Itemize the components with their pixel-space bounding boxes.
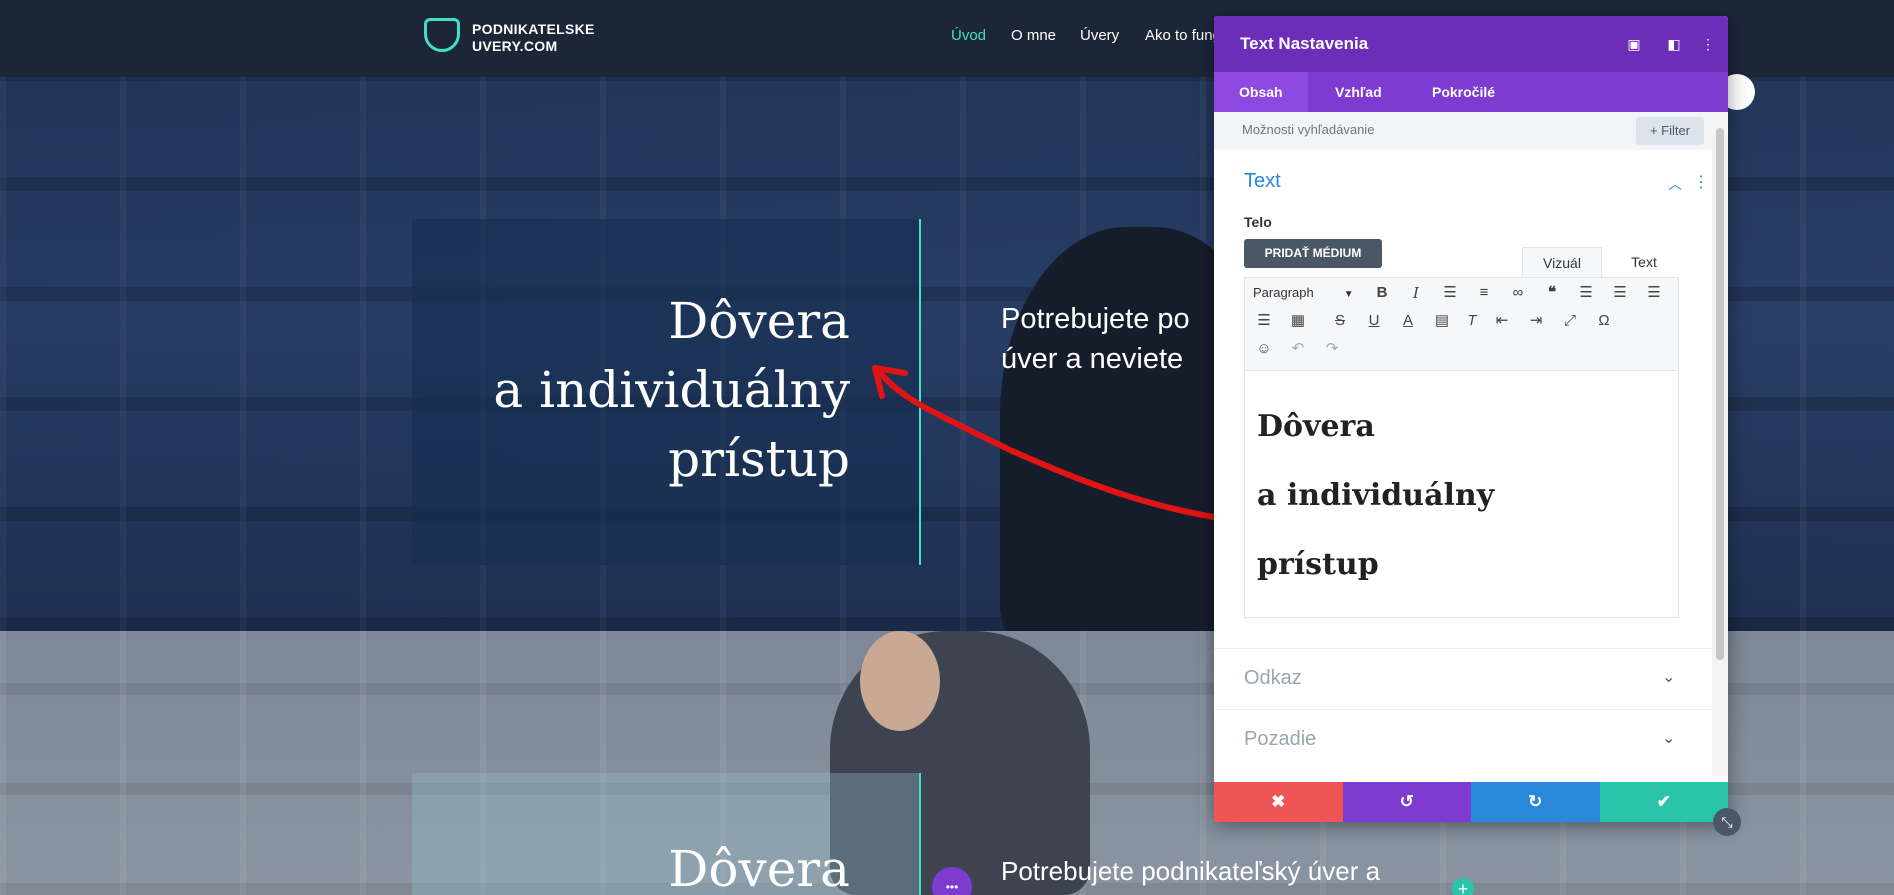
text-settings-panel: Text Nastavenia ▣ ◧ ⋮ Obsah Vzhľad Pokro… [1214, 16, 1728, 822]
blockquote-icon[interactable]: ❝ [1539, 281, 1565, 305]
italic-icon[interactable]: I [1403, 281, 1429, 305]
strikethrough-icon[interactable]: S [1327, 309, 1353, 333]
chevron-up-icon[interactable]: ︿ [1668, 174, 1682, 194]
more-vertical-icon[interactable]: ⋮ [1699, 35, 1717, 53]
fullscreen-editor-icon[interactable]: ⤢ [1557, 309, 1583, 333]
dropdown-icon: ▼ [1343, 289, 1354, 300]
close-icon: ✖ [1271, 792, 1286, 811]
check-icon: ✔ [1656, 792, 1671, 811]
fullscreen-icon[interactable]: ▣ [1625, 35, 1643, 53]
align-right-icon[interactable]: ☰ [1641, 281, 1667, 305]
rich-text-editor[interactable]: Dôvera a individuálny prístup [1244, 371, 1679, 618]
undo-button[interactable]: ↺ [1342, 782, 1471, 822]
save-button[interactable]: ✔ [1599, 782, 1728, 822]
emoji-icon[interactable]: ☺ [1251, 337, 1277, 361]
bold-icon[interactable]: B [1369, 281, 1395, 305]
redo-icon[interactable]: ↷ [1319, 337, 1345, 361]
editor-line3[interactable]: prístup [1257, 547, 1379, 582]
section-odkaz[interactable]: Odkaz ⌄ [1214, 648, 1712, 709]
filter-button[interactable]: + Filter [1636, 117, 1704, 145]
format-select-value: Paragraph [1253, 285, 1314, 300]
field-label-telo: Telo [1244, 214, 1272, 230]
format-select[interactable]: Paragraph ▼ [1253, 281, 1373, 307]
editor-line1[interactable]: Dôvera [1257, 409, 1375, 444]
section-text-title[interactable]: Text [1244, 170, 1281, 193]
redo-button[interactable]: ↻ [1471, 782, 1600, 822]
add-media-button[interactable]: PRIDAŤ MÉDIUM [1244, 239, 1382, 268]
align-center-icon[interactable]: ☰ [1607, 281, 1633, 305]
numbered-list-icon[interactable]: ≡ [1471, 281, 1497, 305]
editor-line2[interactable]: a individuálny [1257, 478, 1494, 513]
section-pozadie[interactable]: Pozadie ⌄ [1214, 709, 1712, 770]
tab-vzhlad[interactable]: Vzhľad [1310, 72, 1407, 112]
panel-scroll-thumb[interactable] [1716, 128, 1724, 660]
link-icon[interactable]: ∞ [1505, 281, 1531, 305]
text-color-icon[interactable]: A [1395, 309, 1421, 333]
section-odkaz-title: Odkaz [1244, 667, 1302, 689]
paste-icon[interactable]: ▤ [1429, 309, 1455, 333]
section-pozadie-title: Pozadie [1244, 728, 1317, 750]
plus-icon: + [1649, 123, 1662, 138]
editor-toolbar: Paragraph ▼ B I ☰ ≡ ∞ ❝ ☰ ☰ ☰ ☰ ▦ S U A ▤… [1244, 277, 1679, 371]
outdent-icon[interactable]: ⇤ [1489, 309, 1515, 333]
undo-icon: ↺ [1399, 792, 1414, 811]
dock-icon[interactable]: ◧ [1665, 35, 1683, 53]
panel-footer: ✖ ↺ ↻ ✔ [1214, 782, 1728, 822]
tab-pokrocile[interactable]: Pokročilé [1407, 72, 1520, 112]
cancel-button[interactable]: ✖ [1214, 782, 1343, 822]
undo-icon[interactable]: ↶ [1285, 337, 1311, 361]
panel-tabs: Obsah Vzhľad Pokročilé [1214, 72, 1728, 112]
options-search-bar: + Filter [1214, 112, 1718, 150]
redo-icon: ↻ [1528, 792, 1543, 811]
bullet-list-icon[interactable]: ☰ [1437, 281, 1463, 305]
justify-icon[interactable]: ☰ [1251, 309, 1277, 333]
chevron-down-icon: ⌄ [1662, 730, 1676, 747]
filter-label: Filter [1661, 123, 1691, 138]
editor-tab-text[interactable]: Text [1609, 247, 1679, 277]
table-icon[interactable]: ▦ [1285, 309, 1311, 333]
chevron-down-icon: ⌄ [1662, 669, 1676, 686]
special-char-icon[interactable]: Ω [1591, 309, 1617, 333]
editor-tab-visual[interactable]: Vizuál [1522, 247, 1602, 277]
panel-title: Text Nastavenia [1240, 34, 1369, 53]
section-more-icon[interactable]: ⋮ [1693, 172, 1709, 192]
align-left-icon[interactable]: ☰ [1573, 281, 1599, 305]
tab-obsah[interactable]: Obsah [1214, 72, 1308, 112]
panel-header: Text Nastavenia ▣ ◧ ⋮ [1214, 16, 1728, 72]
indent-icon[interactable]: ⇥ [1523, 309, 1549, 333]
resize-handle-icon[interactable]: ⤡ [1713, 808, 1741, 836]
underline-icon[interactable]: U [1361, 309, 1387, 333]
clear-format-icon[interactable]: T [1459, 309, 1485, 333]
options-search-input[interactable] [1242, 122, 1542, 137]
